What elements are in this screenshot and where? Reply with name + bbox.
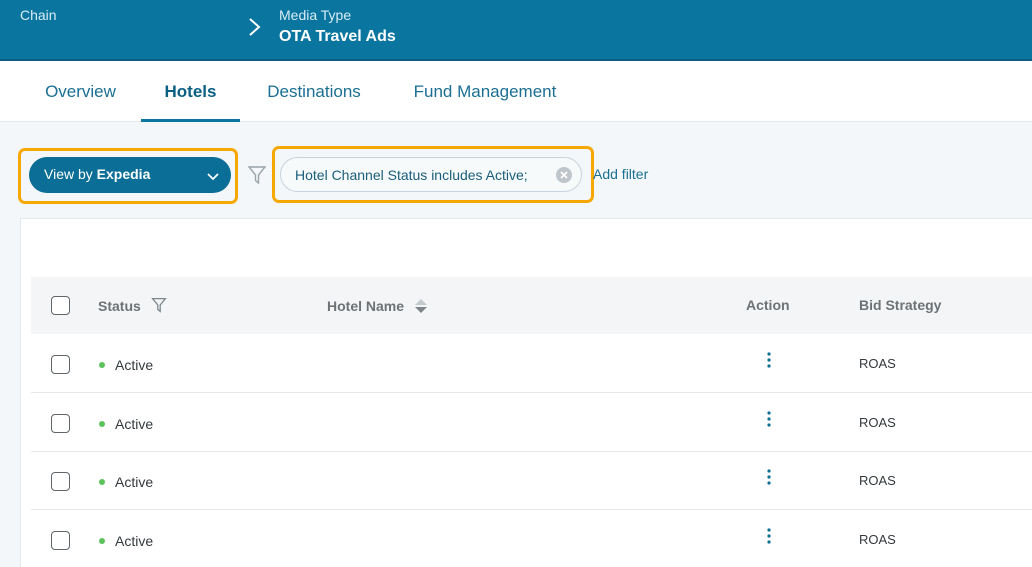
table-row: Active ROAS — [31, 451, 1032, 510]
sort-icon[interactable] — [414, 297, 428, 315]
tab-destinations[interactable]: Destinations — [250, 61, 378, 122]
kebab-menu-icon[interactable] — [765, 469, 773, 485]
breadcrumb-chain[interactable]: Chain — [20, 7, 57, 23]
kebab-menu-icon[interactable] — [765, 352, 773, 368]
tab-fund-management[interactable]: Fund Management — [396, 61, 574, 122]
bid-strategy-value: ROAS — [859, 356, 896, 371]
filter-icon[interactable] — [247, 165, 267, 190]
kebab-menu-icon[interactable] — [765, 411, 773, 427]
bid-strategy-value: ROAS — [859, 532, 896, 547]
top-header: Chain Media Type OTA Travel Ads — [0, 0, 1032, 61]
hotels-table: Status Hotel Name Action Bid Strategy Ac… — [20, 218, 1032, 567]
view-by-prefix: View by — [44, 166, 93, 182]
kebab-menu-icon[interactable] — [765, 528, 773, 544]
media-type-value: OTA Travel Ads — [279, 28, 396, 45]
media-type-label: Media Type — [279, 7, 352, 23]
tab-overview[interactable]: Overview — [29, 61, 132, 122]
status-text: Active — [115, 474, 154, 490]
clear-icon[interactable] — [556, 167, 572, 183]
status-text: Active — [115, 416, 154, 432]
row-checkbox[interactable] — [51, 355, 70, 374]
row-checkbox[interactable] — [51, 531, 70, 550]
filter-chip[interactable]: Hotel Channel Status includes Active; — [280, 157, 582, 192]
table-header: Status Hotel Name Action Bid Strategy — [31, 277, 1032, 334]
status-dot — [99, 421, 105, 427]
breadcrumb-media-type: Media Type OTA Travel Ads — [279, 7, 396, 46]
status-text: Active — [115, 357, 154, 373]
chevron-right-icon — [247, 16, 263, 38]
row-checkbox[interactable] — [51, 414, 70, 433]
column-bid-strategy: Bid Strategy — [859, 297, 942, 313]
view-by-dropdown[interactable]: View by Expedia — [29, 157, 231, 193]
status-dot — [99, 362, 105, 368]
table-row: Active ROAS — [31, 510, 1032, 567]
status-dot — [99, 538, 105, 544]
filter-icon[interactable] — [150, 297, 167, 313]
table-row: Active ROAS — [31, 334, 1032, 393]
chevron-down-icon — [207, 168, 219, 184]
view-by-value: Expedia — [96, 166, 151, 182]
status-dot — [99, 479, 105, 485]
bid-strategy-value: ROAS — [859, 473, 896, 488]
select-all-checkbox[interactable] — [51, 296, 70, 315]
table-row: Active ROAS — [31, 393, 1032, 452]
column-hotel-name-label: Hotel Name — [327, 298, 405, 314]
tab-hotels[interactable]: Hotels — [141, 61, 240, 122]
column-status[interactable]: Status — [98, 297, 167, 314]
column-status-label: Status — [98, 298, 141, 314]
add-filter-link[interactable]: Add filter — [593, 166, 648, 182]
column-hotel-name[interactable]: Hotel Name — [327, 297, 428, 315]
bid-strategy-value: ROAS — [859, 415, 896, 430]
status-text: Active — [115, 533, 154, 549]
column-action: Action — [746, 297, 790, 313]
filter-chip-label: Hotel Channel Status includes Active; — [295, 167, 528, 183]
row-checkbox[interactable] — [51, 472, 70, 491]
tab-bar: Overview Hotels Destinations Fund Manage… — [0, 61, 1032, 122]
